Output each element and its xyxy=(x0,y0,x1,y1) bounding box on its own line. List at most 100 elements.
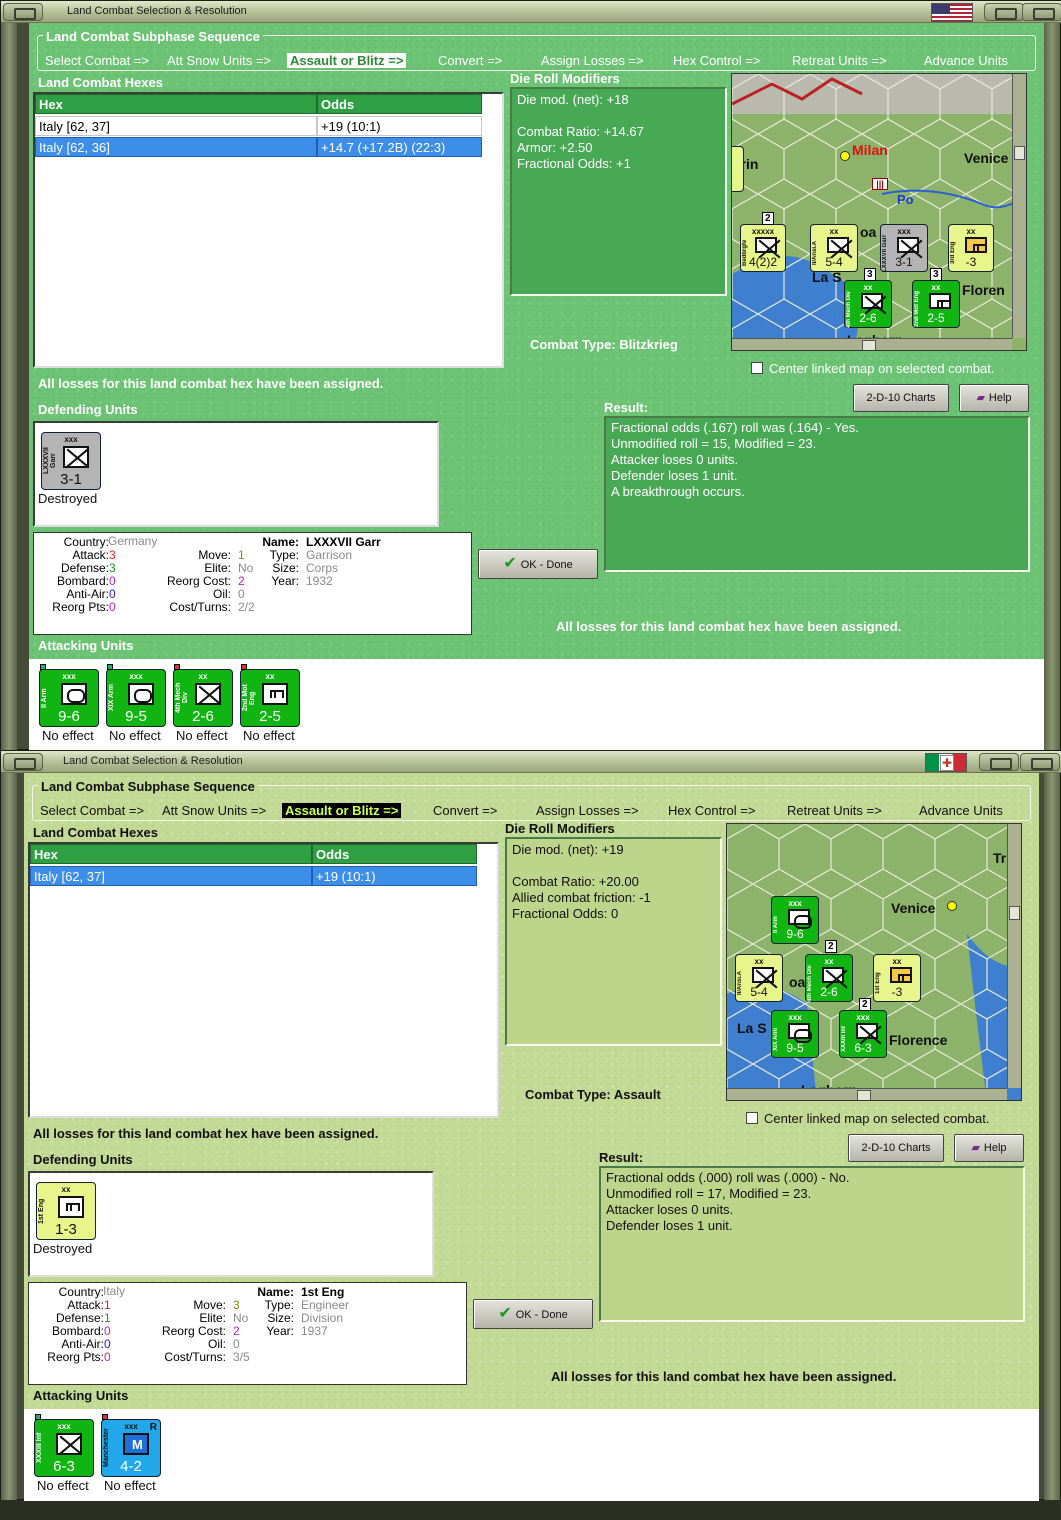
marine-icon xyxy=(123,1433,149,1455)
map-hscroll-thumb[interactable] xyxy=(857,1090,871,1100)
modifier-line: Combat Ratio: +14.67 xyxy=(517,124,644,139)
defending-units-label: Defending Units xyxy=(33,1152,133,1167)
armor-icon xyxy=(788,909,812,929)
center-map-checkbox[interactable] xyxy=(746,1112,758,1124)
map-vscroll-thumb[interactable] xyxy=(1009,906,1020,920)
mechanized-icon xyxy=(861,293,883,309)
ok-done-button[interactable]: ✔ OK - Done xyxy=(478,549,598,579)
attacker-counter[interactable]: xxx XXXIII Inf 6-3 xyxy=(34,1419,94,1477)
mechanized-icon xyxy=(195,683,221,705)
infantry-icon xyxy=(827,237,849,253)
attacking-units-strip: xxx II Arm 9-6 No effect xxx XIX Arm 9-5… xyxy=(29,659,1044,751)
stat-year-label: Year: xyxy=(266,1324,294,1338)
map-counter[interactable]: xxx XIX Arm 9-5 xyxy=(771,1010,819,1058)
counter-value: 2-6 xyxy=(859,311,877,325)
close-button[interactable] xyxy=(1020,753,1060,771)
defender-counter[interactable]: xxx LXXXVII Garr 3-1 xyxy=(41,432,101,490)
map-counter[interactable]: xx 3rd Eng -3 xyxy=(948,224,994,272)
losses-assigned-note: All losses for this land combat hex have… xyxy=(33,1126,379,1141)
modifier-line xyxy=(517,108,720,124)
city-icon xyxy=(947,901,957,911)
counter-value: 2-5 xyxy=(259,708,281,725)
map-hscroll-thumb[interactable] xyxy=(862,340,876,350)
map-label-venice: Venice xyxy=(964,150,1009,166)
result-line: Defender loses 1 unit. xyxy=(606,1218,733,1233)
hex-row-1-odds[interactable]: +19 (10:1) xyxy=(312,866,477,886)
hex-row-1-hex[interactable]: Italy [62, 37] xyxy=(35,116,317,136)
charts-button[interactable]: 2-D-10 Charts xyxy=(848,1134,944,1162)
step-assault-or-blitz: Assault or Blitz => xyxy=(287,53,407,68)
hex-row-2-odds[interactable]: +14.7 (+17.2B) (22:3) xyxy=(317,137,482,157)
status-indicator-icon xyxy=(174,664,180,670)
map-counter[interactable]: xx 1st Eng -3 xyxy=(873,954,921,1002)
window-frame-right xyxy=(1044,773,1060,1500)
map-label-po: Po xyxy=(897,192,914,207)
sequence-title: Land Combat Subphase Sequence xyxy=(38,779,258,794)
hex-column-header[interactable]: Hex xyxy=(30,844,312,864)
map-vertical-scrollbar[interactable] xyxy=(1012,74,1026,338)
map-label-milan: Milan xyxy=(852,142,888,158)
charts-button[interactable]: 2-D-10 Charts xyxy=(853,384,949,412)
engineer-icon xyxy=(890,967,912,983)
attacker-counter[interactable]: xxx II Arm 9-6 xyxy=(39,669,99,727)
linked-map[interactable]: urin Milan Venice Po La S oa Floren Legh… xyxy=(731,73,1027,351)
italy-flag-icon xyxy=(925,753,967,772)
map-horizontal-scrollbar[interactable] xyxy=(732,338,1012,350)
minimize-button[interactable] xyxy=(3,753,43,771)
restore-button[interactable] xyxy=(984,3,1024,21)
step-hex-control: Hex Control => xyxy=(668,803,756,818)
map-vscroll-thumb[interactable] xyxy=(1014,146,1025,160)
engineer-icon xyxy=(929,293,951,309)
defender-counter[interactable]: xx 1st Eng 1-3 xyxy=(36,1182,96,1240)
hex-row-2-hex[interactable]: Italy [62, 36] xyxy=(35,137,317,157)
help-button[interactable]: ▰ Help xyxy=(959,384,1029,412)
attacker-counter[interactable]: xx 4th Mech Div 2-6 xyxy=(173,669,233,727)
title-bar[interactable]: Land Combat Selection & Resolution xyxy=(1,751,1061,773)
stat-country: Germany xyxy=(108,534,158,548)
hex-column-header[interactable]: Hex xyxy=(35,94,317,114)
center-map-checkbox[interactable] xyxy=(751,362,763,374)
book-icon: ▰ xyxy=(971,1142,980,1154)
help-button-label: Help xyxy=(983,1142,1007,1154)
attacker-counter[interactable]: xx 2nd Mot Eng 2-5 xyxy=(240,669,300,727)
restore-button[interactable] xyxy=(979,753,1019,771)
map-vertical-scrollbar[interactable] xyxy=(1007,824,1021,1088)
help-button[interactable]: ▰ Help xyxy=(954,1134,1024,1162)
step-select-combat: Select Combat => xyxy=(45,53,150,68)
garrison-icon xyxy=(63,446,89,468)
map-counter[interactable]: xx 4th Mech Div 2-6 xyxy=(805,954,853,1002)
counter-value: 2-5 xyxy=(927,311,945,325)
center-map-label: Center linked map on selected combat. xyxy=(769,361,995,376)
map-counter[interactable]: xxxxx Bedbrgfe 4(2)2 xyxy=(740,224,786,272)
ok-done-button[interactable]: ✔ OK - Done xyxy=(473,1299,593,1329)
engineer-icon xyxy=(262,683,288,705)
attacking-units-strip: xxx XXXIII Inf 6-3 No effect xxx R Manch… xyxy=(24,1409,1039,1501)
attacker-counter[interactable]: xxx R Manchester 4-2 xyxy=(101,1419,161,1477)
map-counter[interactable]: xx 2nd Mot Eng 2-5 xyxy=(912,280,960,328)
combat-panel: Land Combat Subphase Sequence Select Com… xyxy=(29,23,1044,751)
hex-row-1-hex[interactable]: Italy [62, 37] xyxy=(30,866,312,886)
map-counter[interactable]: xxx II Arm 9-6 xyxy=(771,896,819,944)
window-frame-left xyxy=(1,23,17,750)
map-counter[interactable]: xx 4th Mech Div 2-6 xyxy=(844,280,892,328)
hex-row-1-odds[interactable]: +19 (10:1) xyxy=(317,116,482,136)
minimize-button[interactable] xyxy=(3,3,43,21)
combat-hex-table: Hex Odds Italy [62, 37] +19 (10:1) Italy… xyxy=(33,92,504,368)
modifier-line: Fractional Odds: +1 xyxy=(517,156,631,171)
map-counter[interactable]: xxx XXXIII Inf 6-3 xyxy=(839,1010,887,1058)
linked-map[interactable]: Tr Venice La S oa Florence Leghorn xxx I… xyxy=(726,823,1022,1101)
odds-column-header[interactable]: Odds xyxy=(317,94,482,114)
map-label-trieste: Tr xyxy=(993,850,1007,866)
map-counter-edge[interactable]: -3 xyxy=(732,146,744,192)
map-horizontal-scrollbar[interactable] xyxy=(727,1088,1007,1100)
map-counter[interactable]: xx II/Ansi.A 5-4 xyxy=(735,954,783,1002)
attacker-counter[interactable]: xxx XIX Arm 9-5 xyxy=(106,669,166,727)
title-bar[interactable]: Land Combat Selection & Resolution xyxy=(1,1,1061,23)
die-roll-modifiers-box: Die mod. (net): +19 Combat Ratio: +20.00… xyxy=(505,837,722,1046)
odds-column-header[interactable]: Odds xyxy=(312,844,477,864)
mechanized-icon xyxy=(822,967,844,983)
map-label-florence: Florence xyxy=(889,1032,948,1048)
map-counter[interactable]: xxx LXXXVII Garr 3-1 xyxy=(880,224,928,272)
map-counter[interactable]: xx II/Ansi.A 5-4 xyxy=(810,224,858,272)
close-button[interactable] xyxy=(1022,3,1061,21)
